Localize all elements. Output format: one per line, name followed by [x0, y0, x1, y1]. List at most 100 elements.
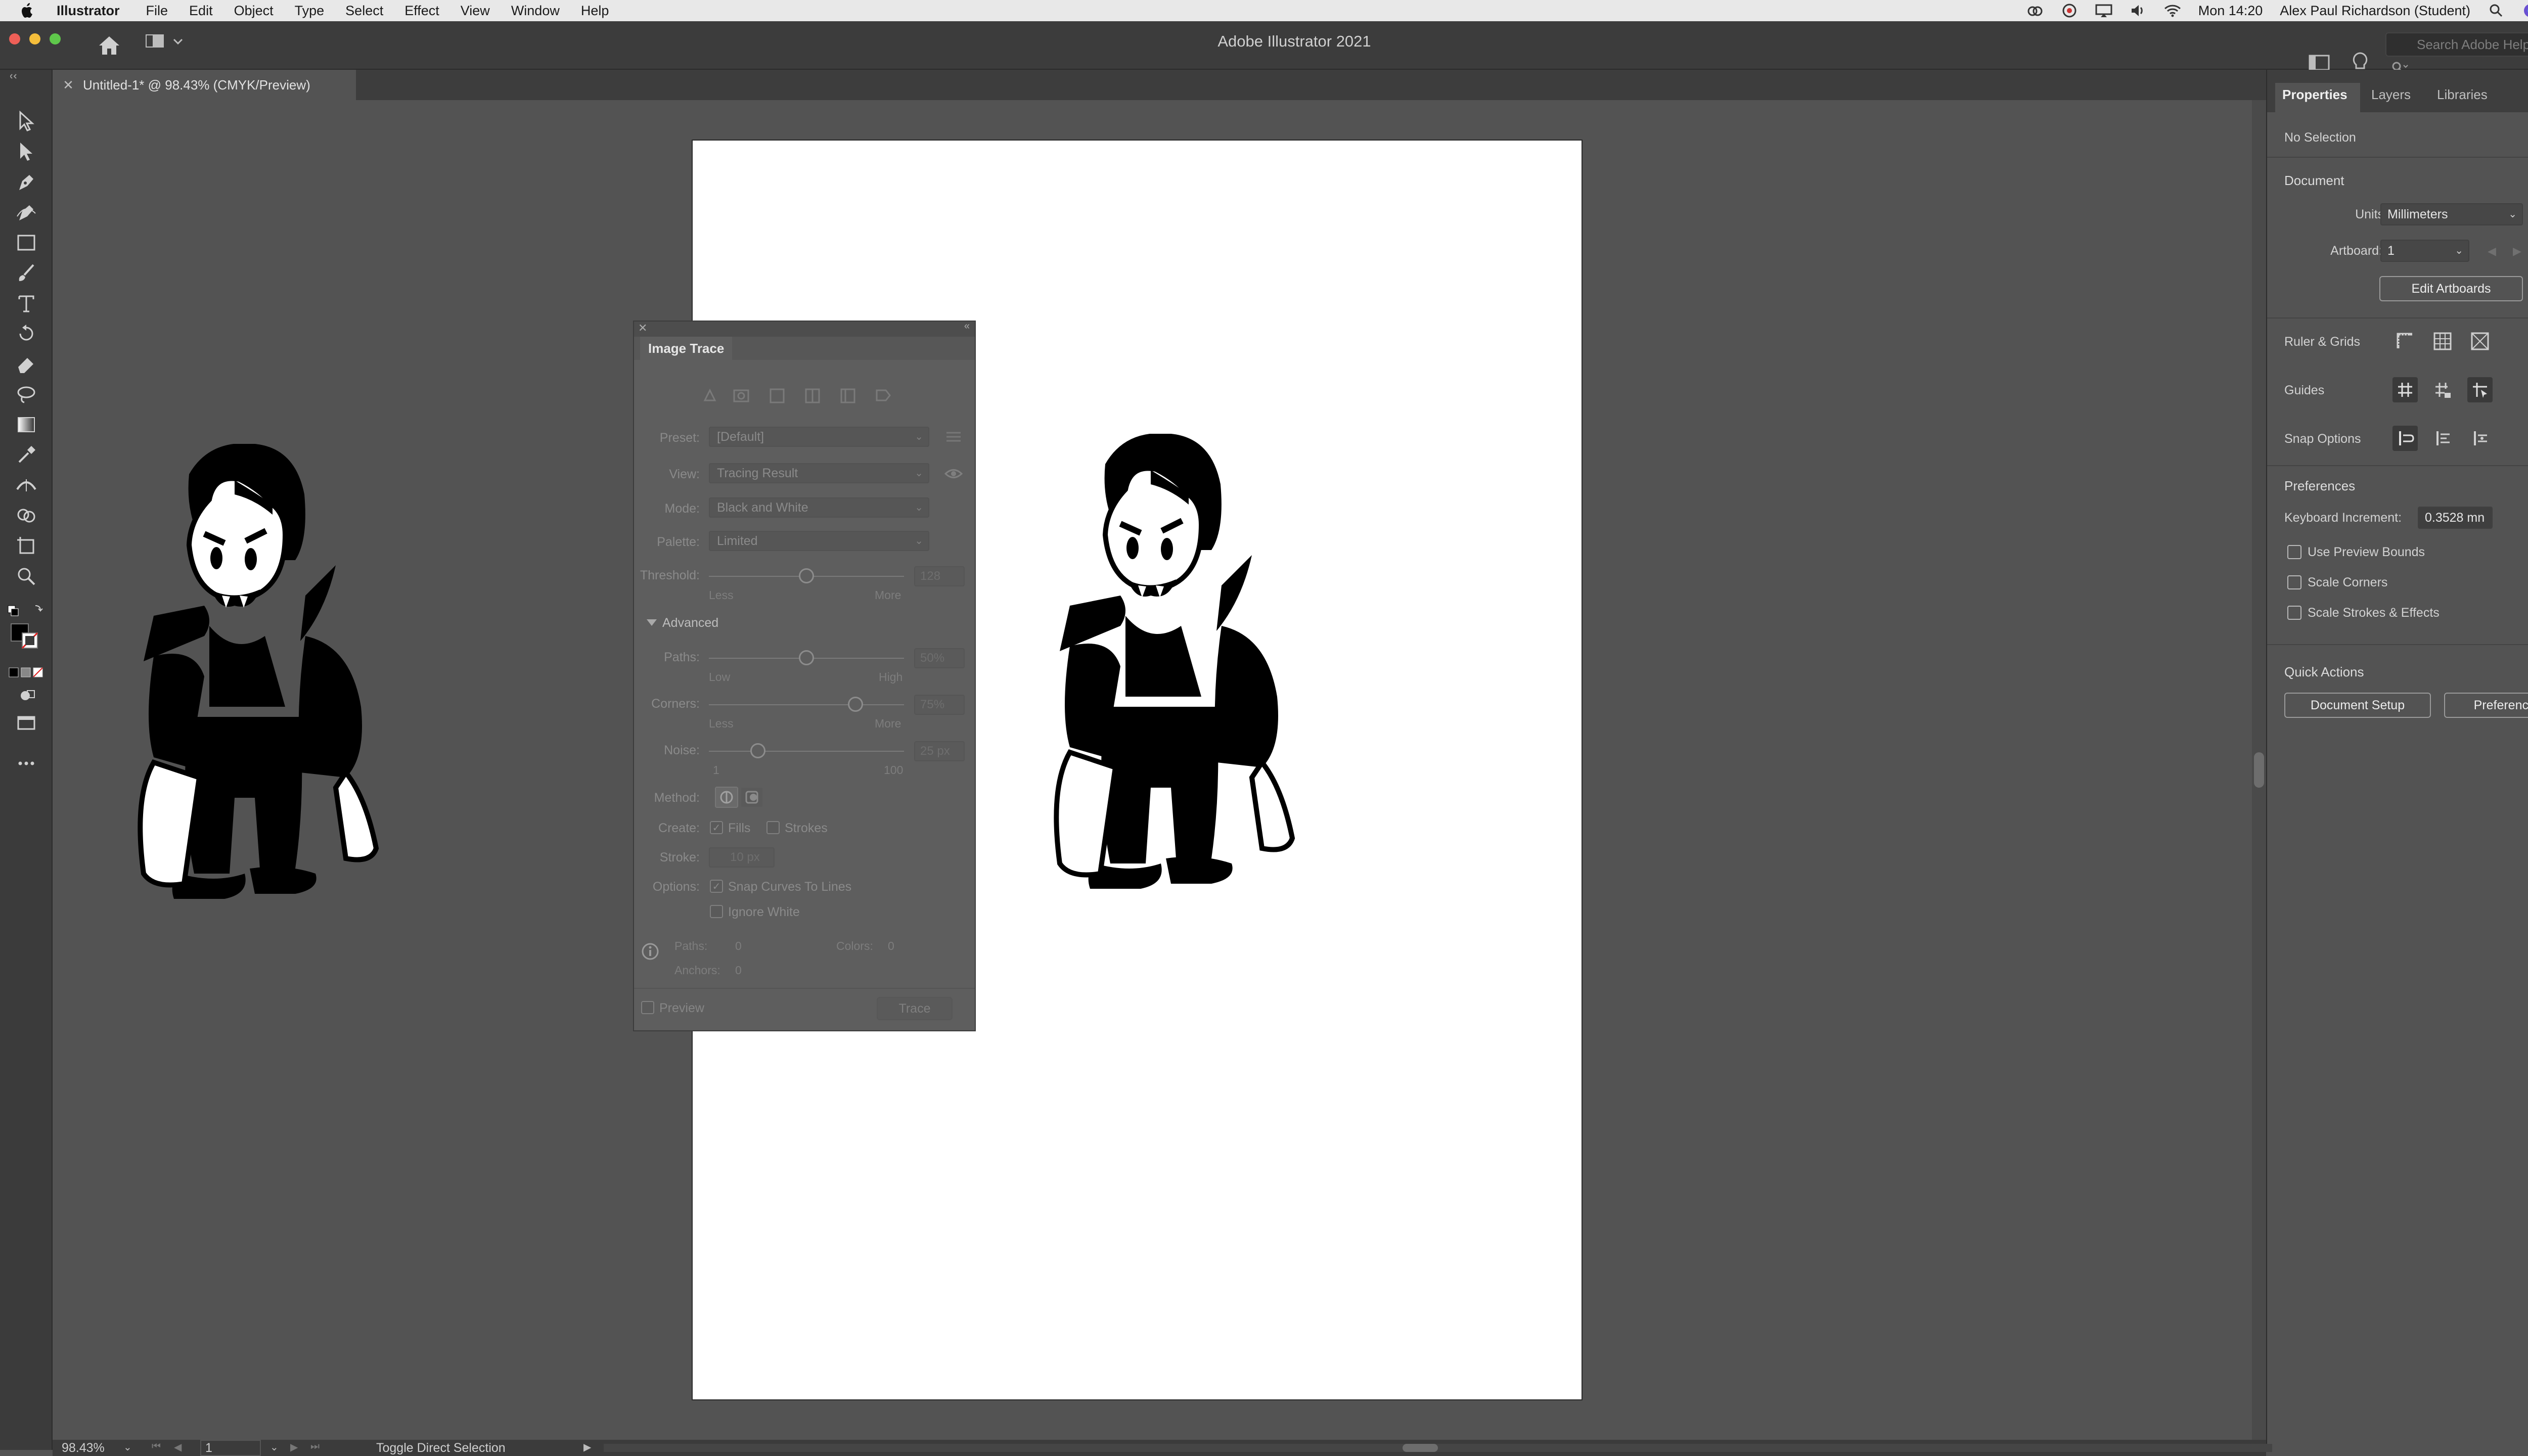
lock-guides-icon[interactable]: [2430, 377, 2455, 402]
threshold-slider-knob[interactable]: [799, 568, 814, 583]
width-tool-icon[interactable]: [12, 471, 40, 499]
search-adobe-help-input[interactable]: Search Adobe Help: [2385, 32, 2528, 57]
trace-button[interactable]: Trace: [877, 997, 953, 1020]
color-mode-buttons[interactable]: [8, 666, 44, 678]
noise-slider-knob[interactable]: [750, 743, 765, 758]
keyboard-increment-field[interactable]: 0.3528 mn: [2418, 507, 2493, 529]
menu-help[interactable]: Help: [581, 3, 609, 19]
preset-menu-icon[interactable]: [944, 429, 963, 445]
corners-slider-track[interactable]: [709, 704, 904, 705]
artboard-dropdown[interactable]: 1 ⌄: [2380, 240, 2469, 262]
previous-artboard-icon[interactable]: ◀: [174, 1441, 182, 1453]
artboard-chevron-down-icon[interactable]: ⌄: [270, 1441, 279, 1453]
last-artboard-icon[interactable]: ⏭: [310, 1441, 320, 1452]
rotate-tool-icon[interactable]: [12, 320, 40, 348]
curvature-tool-icon[interactable]: [12, 198, 40, 226]
menu-window[interactable]: Window: [511, 3, 560, 19]
edit-artboards-button[interactable]: Edit Artboards: [2379, 276, 2523, 301]
corners-value-field[interactable]: 75%: [914, 695, 965, 715]
advanced-disclosure-icon[interactable]: [645, 616, 658, 629]
eyedropper-tool-icon[interactable]: [12, 441, 40, 469]
units-dropdown[interactable]: Millimeters ⌄: [2380, 203, 2523, 225]
zoom-level-field[interactable]: 98.43%: [62, 1441, 105, 1455]
shape-builder-tool-icon[interactable]: [12, 502, 40, 530]
tab-properties[interactable]: Properties: [2282, 87, 2348, 103]
document-setup-button[interactable]: Document Setup: [2284, 693, 2431, 718]
menu-type[interactable]: Type: [295, 3, 325, 19]
placed-image-vampire-original[interactable]: [133, 444, 437, 949]
method-overlapping-button[interactable]: [740, 787, 763, 808]
palette-dropdown[interactable]: Limited ⌄: [709, 531, 929, 551]
corners-slider-knob[interactable]: [847, 697, 863, 712]
scale-corners-checkbox[interactable]: [2287, 575, 2301, 589]
close-document-icon[interactable]: ✕: [61, 70, 76, 100]
preset-dropdown[interactable]: [Default] ⌄: [709, 427, 929, 447]
grid-icon[interactable]: [2430, 329, 2455, 354]
spotlight-search-icon[interactable]: [2488, 3, 2505, 18]
fills-checkbox[interactable]: ✓: [710, 821, 723, 834]
method-abutting-button[interactable]: [715, 787, 738, 808]
pen-tool-icon[interactable]: [12, 168, 40, 196]
screen-record-icon[interactable]: [2061, 3, 2078, 18]
menubar-user[interactable]: Alex Paul Richardson (Student): [2280, 3, 2470, 19]
strokes-checkbox[interactable]: [766, 821, 780, 834]
canvas-area[interactable]: [53, 100, 2252, 1440]
menu-view[interactable]: View: [461, 3, 490, 19]
tab-libraries[interactable]: Libraries: [2437, 87, 2488, 103]
selection-tool-icon[interactable]: [12, 107, 40, 135]
horizontal-scrollbar-thumb[interactable]: [1403, 1444, 1438, 1452]
paths-value-field[interactable]: 50%: [914, 648, 965, 668]
apple-menu-icon[interactable]: [18, 2, 36, 20]
snap-to-point-icon[interactable]: [2392, 426, 2418, 451]
gradient-tool-icon[interactable]: [12, 411, 40, 439]
toolbar-grip-icon[interactable]: [9, 73, 40, 80]
image-trace-panel[interactable]: ✕ « Image Trace Preset: [Default] ⌄ View:…: [633, 321, 976, 1031]
snap-to-glyph-icon[interactable]: [2467, 426, 2493, 451]
rulers-icon[interactable]: [2392, 329, 2418, 354]
zoom-tool-icon[interactable]: [12, 562, 40, 590]
menu-edit[interactable]: Edit: [189, 3, 213, 19]
preferences-button[interactable]: Preferences: [2444, 693, 2528, 718]
volume-icon[interactable]: [2130, 3, 2147, 18]
document-tab[interactable]: ✕ Untitled-1* @ 98.43% (CMYK/Preview): [53, 70, 356, 100]
next-artboard-icon[interactable]: ▶: [2513, 245, 2521, 258]
mode-dropdown[interactable]: Black and White ⌄: [709, 497, 929, 518]
threshold-value-field[interactable]: 128: [914, 566, 965, 586]
smart-guides-icon[interactable]: [2467, 377, 2493, 402]
eye-preview-icon[interactable]: [944, 466, 963, 481]
horizontal-scrollbar[interactable]: [604, 1444, 2272, 1452]
menu-object[interactable]: Object: [234, 3, 274, 19]
drawing-modes-icon[interactable]: [12, 681, 40, 710]
noise-value-field[interactable]: 25 px: [914, 741, 965, 761]
zoom-chevron-down-icon[interactable]: ⌄: [123, 1441, 132, 1453]
scrollbar-thumb[interactable]: [2254, 752, 2264, 788]
direct-selection-tool-icon[interactable]: [12, 138, 40, 166]
status-menu-arrow-icon[interactable]: ▶: [583, 1441, 591, 1453]
preview-checkbox[interactable]: [641, 1001, 654, 1014]
image-trace-tab[interactable]: Image Trace: [640, 337, 733, 360]
lasso-tool-icon[interactable]: [12, 380, 40, 408]
type-tool-icon[interactable]: [12, 289, 40, 317]
edit-toolbar-more-icon[interactable]: [12, 749, 40, 778]
artboard-number-field[interactable]: 1: [200, 1440, 261, 1456]
snap-to-pixel-icon[interactable]: [2430, 426, 2455, 451]
snap-curves-checkbox[interactable]: ✓: [710, 880, 723, 893]
screen-mode-icon[interactable]: [12, 709, 40, 737]
eraser-tool-icon[interactable]: [12, 350, 40, 378]
wifi-icon[interactable]: [2164, 3, 2181, 18]
airplay-display-icon[interactable]: [2095, 3, 2112, 18]
placed-image-vampire-traced[interactable]: [1050, 434, 1353, 939]
paths-slider-knob[interactable]: [799, 650, 814, 665]
tab-layers[interactable]: Layers: [2371, 87, 2411, 103]
panel-header[interactable]: ✕ «: [634, 321, 975, 337]
collapse-panel-icon[interactable]: «: [964, 321, 970, 332]
previous-artboard-icon[interactable]: ◀: [2488, 245, 2496, 258]
close-panel-icon[interactable]: ✕: [638, 322, 647, 335]
noise-slider-track[interactable]: [709, 751, 904, 752]
menubar-clock[interactable]: Mon 14:20: [2198, 3, 2263, 19]
menu-file[interactable]: File: [146, 3, 168, 19]
show-guides-icon[interactable]: [2392, 377, 2418, 402]
paintbrush-tool-icon[interactable]: [12, 259, 40, 287]
view-dropdown[interactable]: Tracing Result ⌄: [709, 463, 929, 483]
stroke-value-field[interactable]: 10 px: [709, 847, 775, 868]
